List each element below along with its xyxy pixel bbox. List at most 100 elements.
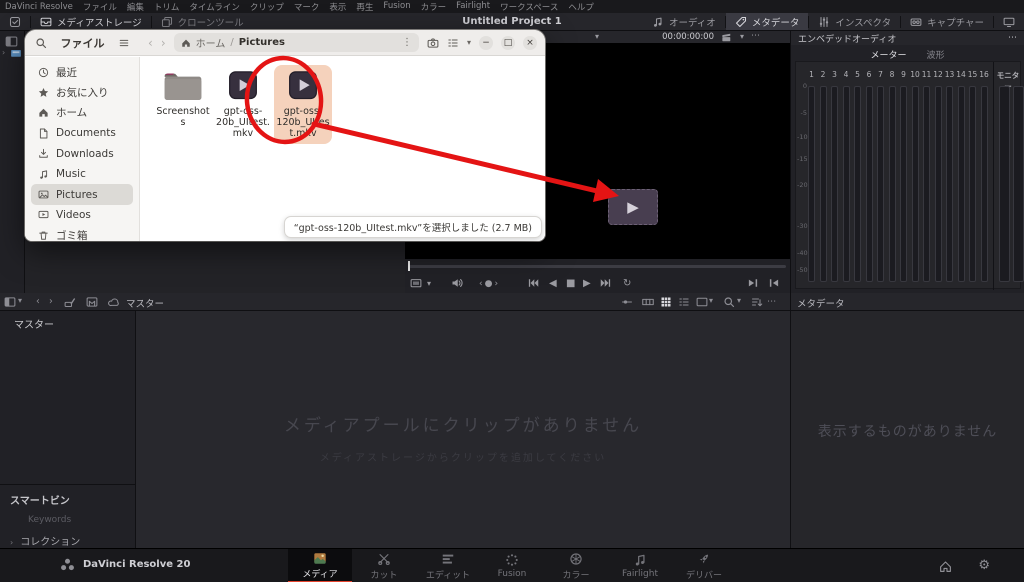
path-options-icon[interactable]: ⋮: [402, 37, 412, 48]
page-tab-media[interactable]: メディア: [288, 549, 352, 582]
menu-item[interactable]: Fusion: [383, 1, 410, 13]
page-tab-color[interactable]: カラー: [544, 549, 608, 582]
audio-options-icon[interactable]: ⋯: [1008, 33, 1017, 43]
menu-item[interactable]: ファイル: [83, 1, 117, 13]
sidebar-item-お気に入り[interactable]: お気に入り: [31, 82, 133, 102]
page-tab-cut[interactable]: カット: [352, 549, 416, 582]
out-point-button[interactable]: [768, 277, 780, 289]
menu-item[interactable]: トリム: [154, 1, 180, 13]
cloud-icon[interactable]: [108, 296, 120, 308]
sidebar-item-最近[interactable]: 最近: [31, 62, 133, 82]
page-tab-edit[interactable]: エディット: [416, 549, 480, 582]
search-icon[interactable]: [35, 37, 47, 49]
search-dropdown[interactable]: ▾: [737, 296, 741, 305]
window-close-button[interactable]: ×: [523, 35, 537, 50]
window-minimize-button[interactable]: −: [479, 35, 493, 50]
usage-filter-icon[interactable]: [64, 296, 76, 308]
window-maximize-button[interactable]: □: [501, 35, 515, 50]
panel-checkbox[interactable]: [0, 13, 30, 30]
bin-display-icon[interactable]: [696, 296, 708, 308]
sidebar-item-ゴミ箱[interactable]: ゴミ箱: [31, 225, 133, 241]
sidebar-item-Pictures[interactable]: Pictures: [31, 184, 133, 205]
page-tab-fairlight[interactable]: Fairlight: [608, 549, 672, 582]
menu-item[interactable]: 表示: [329, 1, 346, 13]
breadcrumb-home[interactable]: ホーム: [196, 35, 226, 50]
stills-icon[interactable]: [86, 296, 98, 308]
volume-icon[interactable]: [451, 277, 463, 289]
view-dropdown[interactable]: ▾: [467, 38, 471, 47]
metadata-panel-toggle[interactable]: メタデータ: [725, 13, 809, 30]
pool-breadcrumb[interactable]: マスター: [126, 296, 164, 310]
play-reverse-button[interactable]: ◀: [549, 277, 557, 291]
stop-button[interactable]: ■: [566, 277, 575, 291]
nav-back-button[interactable]: ‹: [148, 36, 153, 50]
viewer-mode-dropdown[interactable]: ▾: [740, 32, 744, 41]
pool-panel-dropdown[interactable]: ▾: [18, 296, 22, 305]
jog-control[interactable]: ‹●›: [479, 277, 500, 291]
viewer-viewmode-icon[interactable]: [410, 277, 422, 289]
nav-forward-button[interactable]: ›: [161, 36, 166, 50]
play-button[interactable]: ▶: [583, 277, 591, 291]
page-tab-fusion[interactable]: Fusion: [480, 549, 544, 582]
media-pool-empty-area[interactable]: メディアプールにクリップがありません メディアストレージからクリップを追加してく…: [135, 311, 790, 548]
tree-expander[interactable]: ›: [2, 48, 5, 57]
viewmode-dropdown[interactable]: ▾: [427, 277, 431, 291]
new-tab-icon[interactable]: [427, 37, 439, 49]
collections-expander[interactable]: ›: [10, 538, 13, 547]
clone-tool-tab[interactable]: クローンツール: [152, 13, 253, 30]
sidebar-item-Documents[interactable]: Documents: [31, 123, 133, 143]
viewer-playhead[interactable]: [408, 261, 410, 271]
display-toggle[interactable]: [994, 13, 1024, 30]
list-view-icon[interactable]: [678, 296, 690, 308]
loop-button[interactable]: ↻: [623, 277, 631, 291]
pool-options-icon[interactable]: ⋯: [767, 296, 777, 307]
bin-master[interactable]: マスター: [0, 311, 135, 331]
menu-item[interactable]: 再生: [356, 1, 373, 13]
menu-item[interactable]: クリップ: [250, 1, 284, 13]
menu-item[interactable]: ワークスペース: [500, 1, 558, 13]
capture-toggle[interactable]: キャプチャー: [901, 13, 993, 30]
menu-item[interactable]: タイムライン: [189, 1, 239, 13]
smart-bin-keywords[interactable]: Keywords: [0, 507, 135, 525]
media-storage-tab[interactable]: メディアストレージ: [31, 13, 151, 30]
sidebar-item-Videos[interactable]: Videos: [31, 205, 133, 225]
sidebar-item-ホーム[interactable]: ホーム: [31, 103, 133, 123]
drive-icon[interactable]: [10, 47, 22, 59]
hamburger-menu-icon[interactable]: [118, 37, 130, 49]
bin-display-dropdown[interactable]: ▾: [709, 296, 713, 305]
settings-gear-icon[interactable]: ⚙: [978, 558, 990, 573]
file-item[interactable]: gpt-oss-120b_UItest.mkv: [274, 65, 332, 144]
menu-item[interactable]: カラー: [421, 1, 447, 13]
pool-back-button[interactable]: ‹: [36, 296, 40, 307]
breadcrumb-current[interactable]: Pictures: [239, 37, 285, 48]
inspector-toggle[interactable]: インスペクタ: [809, 13, 900, 30]
view-toggle-icon[interactable]: [447, 37, 459, 49]
pool-forward-button[interactable]: ›: [49, 296, 53, 307]
page-tab-deliver[interactable]: デリバー: [672, 549, 736, 582]
menu-item[interactable]: マーク: [294, 1, 320, 13]
breadcrumb[interactable]: ホーム / Pictures ⋮: [173, 33, 419, 52]
file-item[interactable]: Screenshots: [154, 65, 212, 132]
file-item[interactable]: gpt-oss-20b_UItest.mkv: [214, 65, 272, 144]
project-home-icon[interactable]: [939, 560, 952, 573]
viewer-source-dropdown[interactable]: ▾: [595, 32, 599, 41]
viewer-options-icon[interactable]: ⋯: [751, 31, 760, 41]
menu-item[interactable]: ヘルプ: [568, 1, 594, 13]
search-icon[interactable]: [723, 296, 735, 308]
viewer-scrubber[interactable]: [409, 265, 786, 268]
sidebar-item-Music[interactable]: Music: [31, 164, 133, 184]
sidebar-item-Downloads[interactable]: Downloads: [31, 144, 133, 164]
in-point-button[interactable]: [747, 277, 759, 289]
filmstrip-view-icon[interactable]: [642, 296, 654, 308]
last-frame-button[interactable]: [600, 277, 612, 289]
pool-panel-toggle-icon[interactable]: [4, 296, 16, 308]
first-frame-button[interactable]: [527, 277, 539, 289]
menu-item[interactable]: 編集: [127, 1, 144, 13]
smart-bin-collections[interactable]: › コレクション: [0, 525, 135, 548]
thumbnail-view-icon[interactable]: [660, 296, 672, 308]
audio-panel-toggle[interactable]: オーディオ: [643, 13, 725, 30]
menu-item[interactable]: Fairlight: [456, 1, 490, 13]
clapper-icon[interactable]: [721, 32, 732, 43]
sort-icon[interactable]: [751, 296, 763, 308]
thumbnail-size-slider[interactable]: [621, 296, 633, 308]
